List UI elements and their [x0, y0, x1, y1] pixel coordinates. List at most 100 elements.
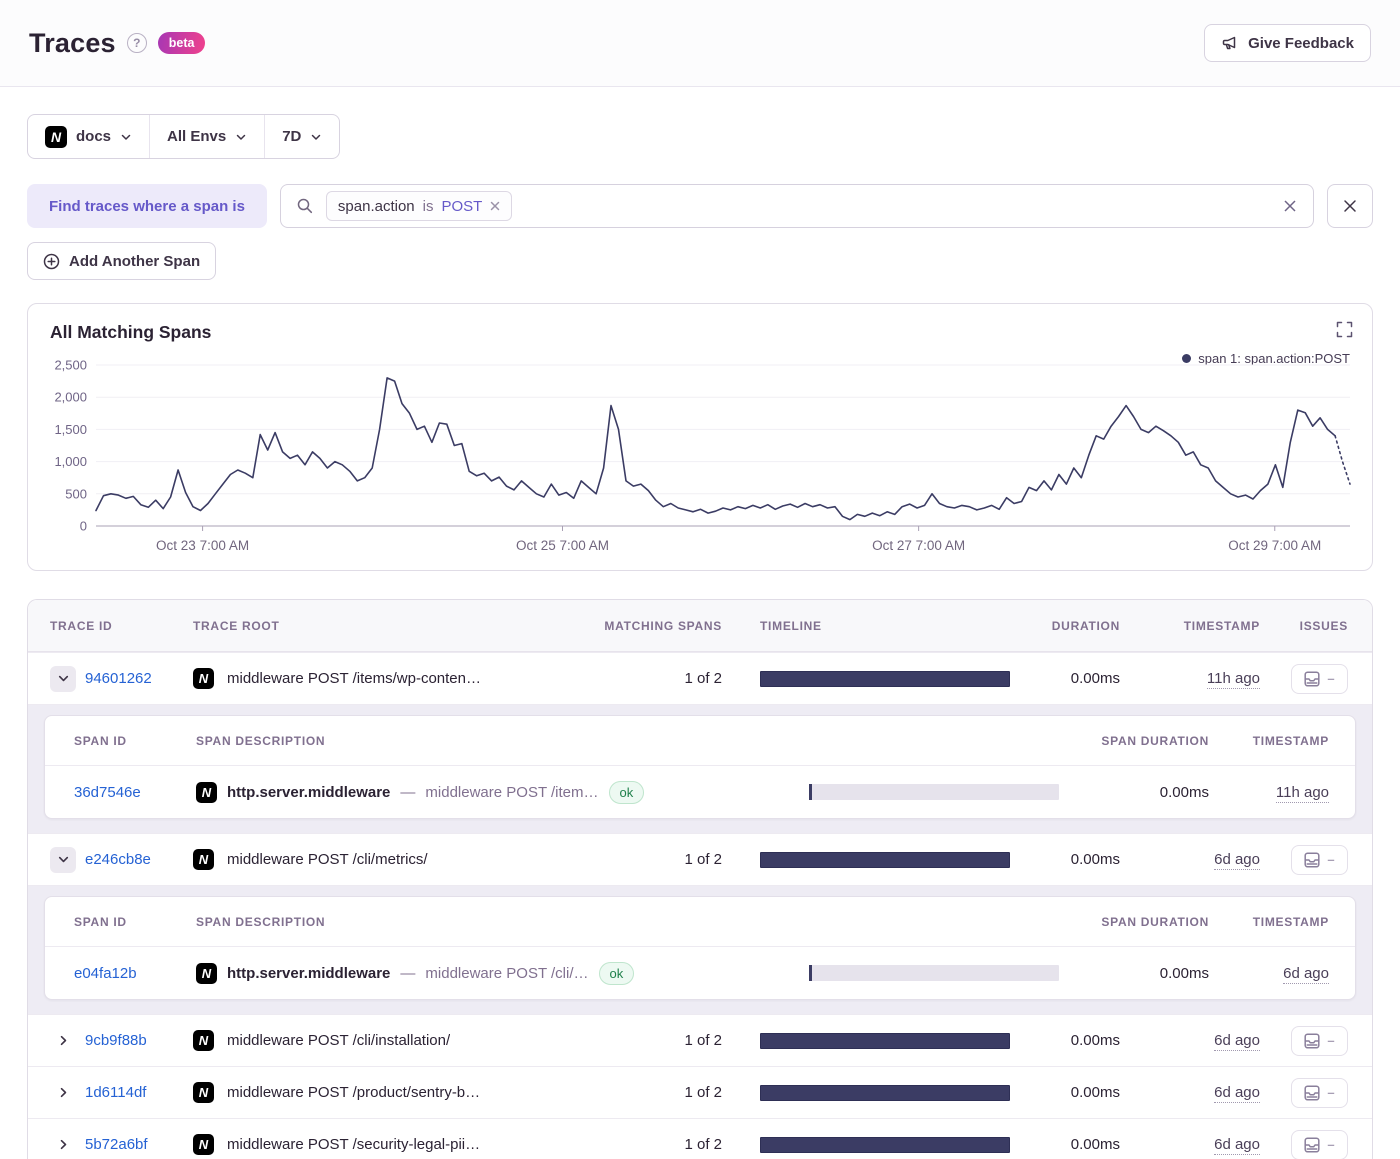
add-another-span-button[interactable]: Add Another Span	[27, 242, 216, 280]
col-span-timestamp: TIMESTAMP	[1209, 734, 1329, 748]
chevron-down-icon	[120, 131, 132, 143]
trace-timeline-bar[interactable]	[760, 671, 1010, 687]
issues-icon	[1304, 1137, 1320, 1153]
timestamp-value[interactable]: 6d ago	[1214, 851, 1260, 870]
timestamp-value[interactable]: 11h ago	[1207, 670, 1260, 689]
trace-timeline-bar[interactable]	[760, 1137, 1010, 1153]
trace-id-link[interactable]: 9cb9f88b	[85, 1032, 147, 1049]
find-traces-label: Find traces where a span is	[27, 184, 267, 228]
no-issues-dash: –	[1327, 1085, 1334, 1100]
trace-root-text: middleware POST /cli/installation/	[227, 1032, 450, 1049]
span-timeline-bar[interactable]	[809, 784, 1059, 800]
span-row: e04fa12b N http.server.middleware — midd…	[45, 947, 1355, 999]
col-timestamp: TIMESTAMP	[1120, 619, 1260, 633]
table-row: 94601262 N middleware POST /items/wp-con…	[28, 652, 1372, 704]
expanded-span-section: SPAN ID SPAN DESCRIPTION SPAN DURATION T…	[28, 885, 1372, 1014]
span-description-text: middleware POST /item…	[425, 784, 598, 801]
give-feedback-button[interactable]: Give Feedback	[1204, 24, 1371, 62]
timestamp-value[interactable]: 6d ago	[1214, 1136, 1260, 1155]
nextjs-project-icon: N	[45, 126, 67, 148]
issues-cell[interactable]: –	[1291, 1130, 1348, 1159]
environment-filter-label: All Envs	[167, 128, 226, 145]
clear-search-icon[interactable]	[1282, 198, 1298, 214]
collapse-chevron[interactable]	[50, 666, 76, 692]
issues-cell[interactable]: –	[1291, 1078, 1348, 1108]
svg-text:1,000: 1,000	[54, 454, 87, 469]
col-span-description: SPAN DESCRIPTION	[196, 915, 809, 929]
help-icon[interactable]: ?	[127, 33, 147, 53]
svg-text:Oct 27 7:00 AM: Oct 27 7:00 AM	[872, 538, 965, 553]
svg-text:500: 500	[65, 486, 87, 501]
issues-cell[interactable]: –	[1291, 845, 1348, 875]
remove-token-icon[interactable]	[490, 201, 500, 211]
no-issues-dash: –	[1327, 1137, 1334, 1152]
trace-root-text: middleware POST /security-legal-pii…	[227, 1136, 480, 1153]
svg-text:2,000: 2,000	[54, 390, 87, 405]
nextjs-project-icon: N	[193, 1134, 214, 1155]
table-row: 9cb9f88b N middleware POST /cli/installa…	[28, 1014, 1372, 1066]
megaphone-icon	[1221, 34, 1239, 52]
trace-id-link[interactable]: 5b72a6bf	[85, 1136, 148, 1153]
time-range-label: 7D	[282, 128, 301, 145]
span-description-text: middleware POST /cli/…	[425, 965, 588, 982]
matching-spans-count: 1 of 2	[572, 1084, 722, 1101]
page-header: Traces ? beta Give Feedback	[0, 0, 1400, 87]
table-row: 1d6114df N middleware POST /product/sent…	[28, 1066, 1372, 1118]
filter-token[interactable]: span.action is POST	[326, 191, 512, 221]
expand-chevron[interactable]	[50, 1132, 76, 1158]
chevron-down-icon	[57, 853, 70, 866]
span-row: 36d7546e N http.server.middleware — midd…	[45, 766, 1355, 818]
matching-spans-count: 1 of 2	[572, 670, 722, 687]
issues-cell[interactable]: –	[1291, 1026, 1348, 1056]
nextjs-project-icon: N	[193, 849, 214, 870]
environment-filter[interactable]: All Envs	[149, 115, 264, 158]
plus-circle-icon	[43, 253, 60, 270]
beta-badge: beta	[158, 32, 206, 54]
matching-spans-count: 1 of 2	[572, 1032, 722, 1049]
span-id-link[interactable]: e04fa12b	[74, 965, 137, 982]
time-range-filter[interactable]: 7D	[264, 115, 339, 158]
matching-spans-count: 1 of 2	[572, 1136, 722, 1153]
span-duration-value: 0.00ms	[1059, 784, 1209, 801]
search-icon	[296, 197, 314, 215]
span-id-link[interactable]: 36d7546e	[74, 784, 141, 801]
trace-id-link[interactable]: e246cb8e	[85, 851, 151, 868]
token-value: POST	[442, 198, 483, 215]
span-timestamp-value[interactable]: 11h ago	[1276, 784, 1329, 803]
issues-cell[interactable]: –	[1291, 664, 1348, 694]
col-trace-id: TRACE ID	[50, 619, 193, 633]
expand-chevron[interactable]	[50, 1080, 76, 1106]
span-timestamp-value[interactable]: 6d ago	[1283, 965, 1329, 984]
col-span-id: SPAN ID	[74, 915, 196, 929]
fullscreen-icon[interactable]	[1336, 321, 1353, 338]
trace-id-link[interactable]: 94601262	[85, 670, 152, 687]
expanded-span-section: SPAN ID SPAN DESCRIPTION SPAN DURATION T…	[28, 704, 1372, 833]
expand-chevron[interactable]	[50, 1028, 76, 1054]
project-filter-label: docs	[76, 128, 111, 145]
nextjs-project-icon: N	[196, 963, 217, 984]
trace-timeline-bar[interactable]	[760, 852, 1010, 868]
span-search-input[interactable]: span.action is POST	[280, 184, 1314, 228]
trace-id-link[interactable]: 1d6114df	[85, 1084, 146, 1101]
no-issues-dash: –	[1327, 671, 1334, 686]
timestamp-value[interactable]: 6d ago	[1214, 1084, 1260, 1103]
span-timeline-bar[interactable]	[809, 965, 1059, 981]
timestamp-value[interactable]: 6d ago	[1214, 1032, 1260, 1051]
project-filter[interactable]: N docs	[28, 115, 149, 158]
remove-span-filter-button[interactable]	[1327, 184, 1373, 228]
collapse-chevron[interactable]	[50, 847, 76, 873]
svg-text:Oct 23 7:00 AM: Oct 23 7:00 AM	[156, 538, 249, 553]
duration-value: 0.00ms	[1010, 1032, 1120, 1049]
chevron-down-icon	[235, 131, 247, 143]
col-span-duration: SPAN DURATION	[1059, 915, 1209, 929]
duration-value: 0.00ms	[1010, 851, 1120, 868]
nextjs-project-icon: N	[193, 1030, 214, 1051]
trace-timeline-bar[interactable]	[760, 1033, 1010, 1049]
no-issues-dash: –	[1327, 1033, 1334, 1048]
trace-timeline-bar[interactable]	[760, 1085, 1010, 1101]
span-table-header: SPAN ID SPAN DESCRIPTION SPAN DURATION T…	[45, 897, 1355, 947]
svg-text:2,500: 2,500	[54, 358, 87, 373]
duration-value: 0.00ms	[1010, 670, 1120, 687]
spans-line-chart[interactable]: 05001,0001,5002,0002,500Oct 23 7:00 AMOc…	[50, 354, 1356, 559]
chevron-down-icon	[57, 672, 70, 685]
